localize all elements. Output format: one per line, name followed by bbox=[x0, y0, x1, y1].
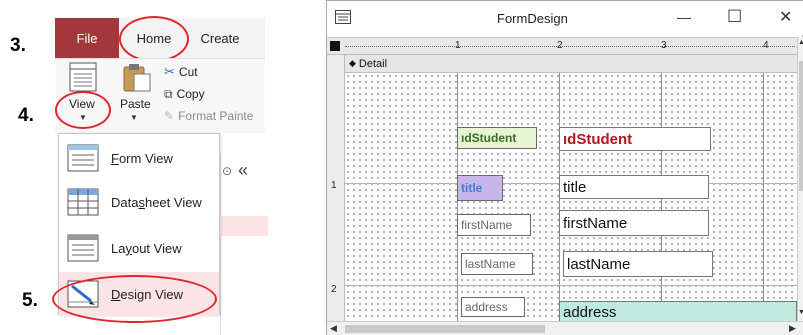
idstudent-textbox-text: ıdStudent bbox=[563, 130, 633, 148]
ruler-mark-4: 4 bbox=[763, 40, 769, 51]
lastname-label-text: lastName bbox=[465, 257, 516, 271]
lastname-label-control[interactable]: lastName bbox=[461, 253, 533, 275]
firstname-label-text: firstName bbox=[461, 218, 513, 232]
window-title: FormDesign bbox=[497, 11, 568, 26]
horizontal-scroll-thumb[interactable] bbox=[345, 325, 545, 333]
ruler-mark-2: 2 bbox=[557, 40, 563, 51]
ruler-mark-1: 1 bbox=[455, 40, 461, 51]
idstudent-textbox[interactable]: ıdStudent bbox=[559, 127, 711, 151]
form-view-icon bbox=[67, 144, 99, 172]
title-label-control[interactable]: title bbox=[457, 175, 503, 201]
format-painter-button[interactable]: ✎ Format Painte bbox=[164, 108, 253, 124]
address-textbox-text: address bbox=[563, 303, 617, 321]
paste-button[interactable]: Paste ▼ bbox=[116, 60, 156, 130]
datasheet-view-label: Datasheet View bbox=[111, 194, 202, 210]
tab-create-label: Create bbox=[200, 30, 240, 46]
ruler-mark-3: 3 bbox=[661, 40, 667, 51]
datasheet-icon bbox=[67, 188, 99, 216]
scroll-left-icon[interactable]: ◀ bbox=[330, 323, 337, 334]
nav-dropdown-icon[interactable]: ⊙ bbox=[222, 164, 232, 178]
scroll-down-icon[interactable]: ▼ bbox=[798, 309, 803, 316]
ruler-ticks bbox=[345, 46, 795, 47]
horizontal-ruler: 1 2 3 4 bbox=[327, 37, 803, 55]
vruler-mark-2: 2 bbox=[331, 284, 337, 295]
paste-label: Paste bbox=[120, 97, 151, 111]
form-design-window: FormDesign — ☐ ✕ 1 2 3 4 1 2 ◆ Detail ıd… bbox=[326, 0, 803, 335]
menu-item-form-view[interactable]: Form View bbox=[59, 136, 219, 180]
scroll-up-icon[interactable]: ▲ bbox=[798, 39, 803, 46]
layout-view-label: Layout View bbox=[111, 240, 182, 256]
grid-line-h2 bbox=[345, 285, 797, 286]
window-titlebar: FormDesign — ☐ ✕ bbox=[327, 1, 803, 35]
detail-section-label: Detail bbox=[358, 57, 388, 70]
form-window-icon bbox=[335, 10, 351, 24]
copy-button[interactable]: ⧉ Copy bbox=[164, 86, 205, 102]
step-5-label: 5. bbox=[22, 290, 38, 311]
menu-item-datasheet-view[interactable]: Datasheet View bbox=[59, 180, 219, 224]
lastname-textbox-text: lastName bbox=[567, 255, 631, 273]
clipboard-icon bbox=[123, 64, 151, 92]
step-3-label: 3. bbox=[10, 35, 26, 56]
vruler-mark-1: 1 bbox=[331, 180, 337, 191]
address-textbox[interactable]: address bbox=[559, 301, 797, 323]
tab-file-label: File bbox=[76, 30, 98, 46]
copy-icon: ⧉ bbox=[164, 86, 173, 101]
paintbrush-icon: ✎ bbox=[164, 109, 175, 123]
title-label-text: title bbox=[461, 181, 483, 195]
menu-item-layout-view[interactable]: Layout View bbox=[59, 226, 219, 270]
firstname-textbox-text: firstName bbox=[563, 214, 628, 232]
firstname-textbox[interactable]: firstName bbox=[559, 210, 709, 236]
ribbon-panel: File Home Create View ▼ Paste ▼ ✂ Cut ⧉ … bbox=[0, 0, 270, 335]
detail-section-header[interactable]: ◆ Detail bbox=[345, 55, 803, 73]
highlight-design-view-ring bbox=[52, 275, 217, 323]
form-view-label: Form View bbox=[111, 150, 173, 166]
vertical-scrollbar[interactable]: ▲ ▼ bbox=[797, 37, 803, 321]
collapse-pane-icon[interactable]: « bbox=[238, 160, 248, 181]
paste-chevron-icon: ▼ bbox=[130, 113, 138, 122]
nav-pane-selected-row[interactable] bbox=[220, 216, 268, 236]
step-4-label: 4. bbox=[18, 105, 34, 126]
vertical-ruler: 1 2 bbox=[327, 55, 345, 321]
maximize-icon[interactable]: ☐ bbox=[727, 7, 742, 27]
address-label-control[interactable]: address bbox=[461, 297, 525, 317]
lastname-textbox[interactable]: lastName bbox=[563, 251, 713, 277]
section-arrow-icon: ◆ bbox=[349, 58, 356, 68]
horizontal-scrollbar[interactable]: ◀ ▶ bbox=[327, 321, 803, 335]
highlight-home-ring bbox=[119, 16, 189, 62]
scroll-right-icon[interactable]: ▶ bbox=[789, 323, 796, 334]
minimize-icon[interactable]: — bbox=[677, 9, 691, 25]
close-icon[interactable]: ✕ bbox=[779, 7, 792, 27]
cut-button[interactable]: ✂ Cut bbox=[164, 64, 198, 80]
tab-create[interactable]: Create bbox=[188, 18, 252, 58]
firstname-label-control[interactable]: firstName bbox=[457, 214, 531, 236]
vertical-scroll-thumb[interactable] bbox=[799, 61, 803, 191]
title-textbox[interactable]: title bbox=[559, 175, 709, 199]
layout-view-icon bbox=[67, 234, 99, 262]
view-icon bbox=[69, 62, 97, 92]
format-painter-label: Format Painte bbox=[178, 109, 254, 123]
design-grid[interactable]: ıdStudent ıdStudent title title firstNam… bbox=[345, 73, 797, 323]
idstudent-label-text: ıdStudent bbox=[461, 131, 517, 145]
title-textbox-text: title bbox=[563, 178, 587, 196]
cut-label: Cut bbox=[178, 65, 198, 79]
form-selector-box[interactable] bbox=[330, 41, 340, 51]
copy-label: Copy bbox=[176, 87, 205, 101]
screenshot-root: File Home Create View ▼ Paste ▼ ✂ Cut ⧉ … bbox=[0, 0, 803, 335]
scissors-icon: ✂ bbox=[164, 64, 175, 79]
idstudent-label-control[interactable]: ıdStudent bbox=[457, 127, 537, 149]
highlight-view-ring bbox=[55, 91, 111, 129]
address-label-text: address bbox=[465, 300, 508, 314]
grid-line-v4 bbox=[763, 73, 764, 321]
tab-file[interactable]: File bbox=[55, 18, 119, 58]
